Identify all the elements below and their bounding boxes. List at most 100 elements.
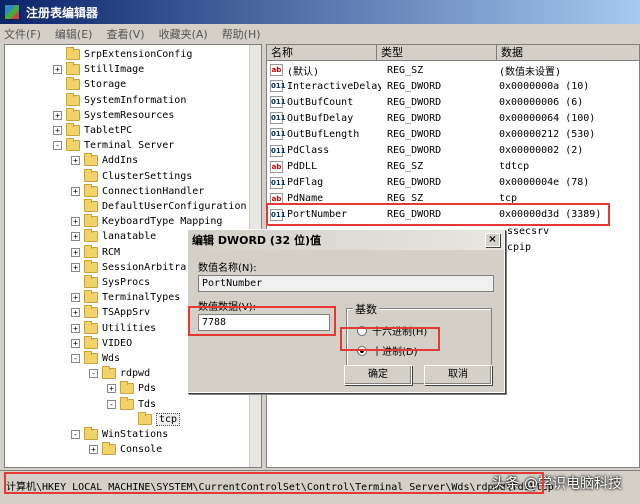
- column-type-header[interactable]: 类型: [377, 45, 497, 60]
- hex-radio-dot[interactable]: [357, 325, 367, 336]
- tree-node[interactable]: + TerminalTypes: [71, 290, 180, 305]
- value-row[interactable]: 011 OutBufLength REG_DWORD 0x00000212 (530): [267, 126, 639, 142]
- value-row[interactable]: ab (默认) REG_SZ (数值未设置): [267, 62, 639, 78]
- dword-value-icon: 011: [270, 96, 286, 109]
- expand-icon[interactable]: +: [107, 384, 116, 394]
- value-row[interactable]: 011 OutBufCount REG_DWORD 0x00000006 (6): [267, 94, 639, 110]
- menu-help[interactable]: 帮助(H): [222, 26, 261, 42]
- tree-node[interactable]: Storage: [53, 77, 126, 92]
- expand-icon[interactable]: +: [71, 156, 80, 166]
- menu-favorites[interactable]: 收藏夹(A): [159, 26, 208, 42]
- folder-icon: [84, 229, 98, 243]
- value-name: OutBufCount: [287, 96, 354, 108]
- expand-icon[interactable]: +: [89, 445, 98, 455]
- expand-icon[interactable]: +: [71, 232, 80, 242]
- tree-node[interactable]: + TabletPC: [53, 123, 132, 138]
- dialog-close-button[interactable]: ×: [485, 233, 500, 247]
- tree-node[interactable]: + Utilities: [71, 320, 156, 336]
- tree-node[interactable]: + StillImage: [53, 62, 144, 77]
- expand-icon[interactable]: +: [71, 217, 80, 227]
- ok-button[interactable]: 确定: [344, 365, 412, 385]
- tree-node[interactable]: + SessionArbitrat: [71, 259, 193, 275]
- tree-node[interactable]: - Wds: [71, 351, 120, 366]
- expand-icon[interactable]: +: [71, 186, 80, 196]
- dec-radio-label: 十进制(D): [372, 347, 418, 358]
- tree-node[interactable]: + VIDEO: [71, 335, 132, 351]
- value-type: REG_SZ: [387, 161, 424, 173]
- tree-node[interactable]: + Pds: [107, 381, 156, 396]
- tree-node[interactable]: + KeyboardType Mapping: [71, 214, 222, 229]
- expand-icon[interactable]: +: [71, 293, 80, 303]
- cancel-button[interactable]: 取消: [424, 365, 492, 385]
- value-row[interactable]: ab PdDLL REG_SZ tdtcp: [267, 159, 639, 175]
- value-data: 0x00000212 (530): [499, 128, 596, 140]
- column-data-header[interactable]: 数据: [497, 45, 639, 60]
- watermark-text: 头条 @学识电脑科技: [491, 476, 622, 492]
- expand-icon[interactable]: +: [71, 338, 80, 348]
- dword-value-icon: 011: [270, 112, 286, 125]
- collapse-icon[interactable]: -: [107, 399, 116, 409]
- menu-edit[interactable]: 编辑(E): [55, 26, 93, 42]
- expand-icon[interactable]: +: [53, 126, 62, 135]
- folder-icon: [66, 92, 80, 106]
- dec-radio[interactable]: 十进制(D): [357, 343, 418, 358]
- value-row[interactable]: 011 InteractiveDelay REG_DWORD 0x0000000a (…: [267, 78, 639, 94]
- expand-icon[interactable]: +: [71, 323, 80, 333]
- hex-radio[interactable]: 十六进制(H): [357, 323, 427, 338]
- collapse-icon[interactable]: -: [89, 369, 98, 379]
- folder-icon: [84, 214, 98, 228]
- string-value-icon: ab: [270, 192, 283, 205]
- tree-node[interactable]: + ConnectionHandler: [71, 183, 204, 199]
- value-name: OutBufDelay: [287, 112, 354, 124]
- tree-node[interactable]: + TSAppSrv: [71, 305, 150, 320]
- collapse-icon[interactable]: -: [71, 430, 80, 439]
- collapse-icon[interactable]: -: [53, 141, 62, 151]
- folder-icon: [120, 396, 134, 410]
- value-row[interactable]: 011 PdFlag REG_DWORD 0x0000004e (78): [267, 175, 639, 191]
- expand-icon[interactable]: +: [71, 308, 80, 318]
- expand-icon[interactable]: +: [53, 65, 62, 75]
- column-name-header[interactable]: 名称: [267, 45, 377, 60]
- menu-file[interactable]: 文件(F): [4, 26, 41, 42]
- value-data-input[interactable]: 7788: [198, 314, 330, 331]
- value-row[interactable]: ab PdName REG_SZ tcp: [267, 191, 639, 207]
- value-row[interactable]: 011 PortNumber REG_DWORD 0x00000d3d (3389): [267, 207, 639, 223]
- folder-icon: [66, 47, 80, 60]
- folder-icon: [66, 123, 80, 136]
- value-row[interactable]: ssecsrv: [503, 223, 639, 239]
- tree-node[interactable]: + lanatable: [71, 229, 156, 244]
- expand-icon[interactable]: +: [71, 247, 80, 257]
- value-row[interactable]: 011 PdClass REG_DWORD 0x00000002 (2): [267, 143, 639, 159]
- collapse-icon[interactable]: -: [71, 354, 80, 363]
- tree-node[interactable]: DefaultUserConfiguration: [71, 199, 247, 214]
- expand-icon[interactable]: +: [53, 110, 62, 120]
- tree-node[interactable]: tcp: [125, 411, 181, 427]
- tree-node-label: SessionArbitrat: [102, 261, 193, 273]
- tree-node[interactable]: + Console: [89, 442, 162, 457]
- dec-radio-dot[interactable]: [357, 345, 367, 356]
- folder-icon: [120, 381, 134, 395]
- value-row[interactable]: 011 OutBufDelay REG_DWORD 0x00000064 (100): [267, 110, 639, 126]
- tree-node[interactable]: + AddIns: [71, 153, 138, 168]
- tree-node-label: SystemInformation: [84, 94, 187, 106]
- value-type: REG_DWORD: [387, 128, 442, 140]
- tree-node[interactable]: SrpExtensionConfig: [53, 47, 192, 62]
- dialog-title: 编辑 DWORD (32 位)值: [192, 234, 322, 247]
- tree-node[interactable]: - Tds: [107, 396, 156, 412]
- value-data: 0x0000004e (78): [499, 177, 590, 189]
- tree-node[interactable]: SystemInformation: [53, 92, 187, 108]
- tree-node[interactable]: + SystemResources: [53, 107, 174, 123]
- folder-icon: [102, 442, 116, 456]
- tree-node-label: tcp: [156, 412, 181, 426]
- tree-node[interactable]: ClusterSettings: [71, 168, 192, 184]
- tree-node[interactable]: + RCM: [71, 244, 120, 260]
- tree-node[interactable]: - rdpwd: [89, 366, 150, 381]
- tree-node-label: rdpwd: [120, 368, 151, 380]
- tree-node[interactable]: - Terminal Server: [53, 138, 174, 153]
- tree-node[interactable]: SysProcs: [71, 275, 150, 290]
- expand-icon[interactable]: +: [71, 262, 80, 272]
- value-data: 0x00000002 (2): [499, 145, 584, 156]
- value-row[interactable]: cpip: [503, 239, 639, 255]
- tree-node[interactable]: - WinStations: [71, 427, 168, 442]
- menu-view[interactable]: 查看(V): [106, 26, 144, 42]
